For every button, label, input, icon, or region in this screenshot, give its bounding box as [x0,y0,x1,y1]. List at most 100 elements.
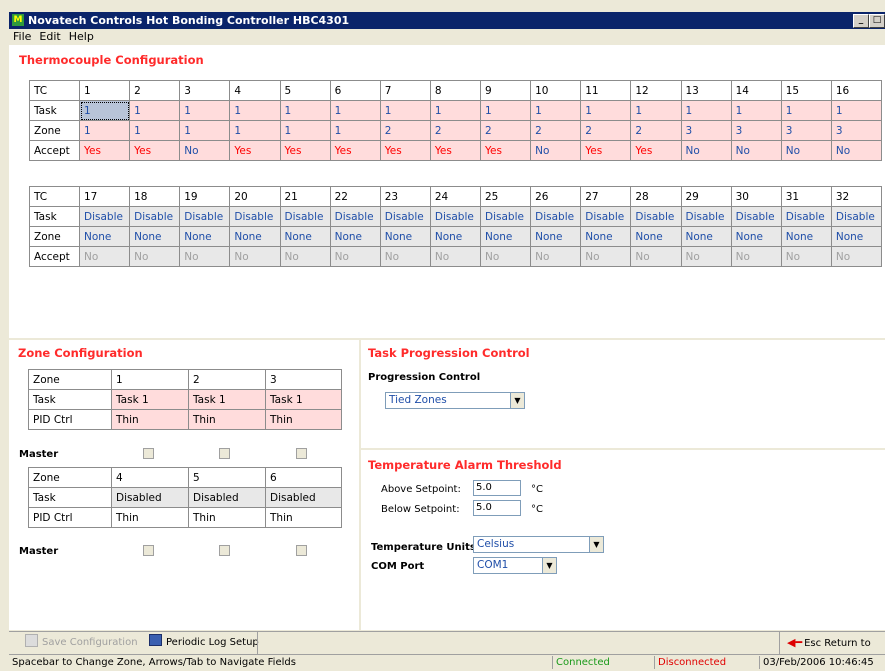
tc-zone-cell[interactable]: None [580,226,632,247]
tc-task-cell[interactable]: 1 [580,100,632,121]
tc-zone-cell[interactable]: 2 [379,120,431,141]
tc-accept-cell[interactable]: No [479,246,532,267]
tc-accept-cell[interactable]: No [179,246,231,267]
tc-zone-cell[interactable]: 1 [179,120,231,141]
menu-file[interactable]: File [9,29,35,44]
tc-task-cell[interactable]: Disable [429,206,482,227]
zone-task-cell[interactable]: Task 1 [188,389,266,410]
tc-zone-cell[interactable]: 2 [580,120,632,141]
tc-accept-cell[interactable]: Yes [479,140,532,161]
tc-task-cell[interactable]: Disable [279,206,331,227]
zone-task-cell[interactable]: Task 1 [111,389,189,410]
tc-zone-cell[interactable]: 1 [129,120,181,141]
tc-accept-cell[interactable]: No [680,140,732,161]
tc-zone-cell[interactable]: None [429,226,482,247]
tc-accept-cell[interactable]: Yes [329,140,381,161]
menu-help[interactable]: Help [65,29,98,44]
tc-accept-cell[interactable]: No [279,246,331,267]
tc-accept-cell[interactable]: No [680,246,732,267]
tc-zone-cell[interactable]: 2 [429,120,482,141]
zone-pid-cell[interactable]: Thin [188,409,266,430]
tc-task-cell[interactable]: 1 [379,100,431,121]
tc-zone-cell[interactable]: None [279,226,331,247]
save-configuration-button[interactable]: Save Configuration [25,634,138,652]
zone-pid-cell[interactable]: Thin [188,507,266,528]
progression-control-select[interactable]: Tied Zones ▼ [385,392,525,409]
tc-zone-cell[interactable]: 2 [530,120,582,141]
tc-task-cell[interactable]: 1 [530,100,582,121]
tc-accept-cell[interactable]: No [780,140,832,161]
periodic-log-setup-button[interactable]: Periodic Log Setup [149,634,259,652]
tc-task-cell[interactable]: Disable [379,206,431,227]
tc-task-cell[interactable]: Disable [179,206,231,227]
tc-task-cell[interactable]: 1 [78,100,131,121]
tc-accept-cell[interactable]: No [530,140,582,161]
return-to-menu-button[interactable]: ◀━Esc Return to Menu [787,634,885,667]
master-checkbox-3[interactable] [296,448,307,459]
tc-accept-cell[interactable]: No [179,140,231,161]
master-checkbox-2[interactable] [219,448,230,459]
tc-zone-cell[interactable]: None [730,226,782,247]
tc-task-cell[interactable]: 1 [129,100,181,121]
above-setpoint-input[interactable]: 5.0 [473,480,521,496]
tc-task-cell[interactable]: Disable [129,206,181,227]
minimize-icon[interactable]: _ [853,14,869,28]
com-port-select[interactable]: COM1 ▼ [473,557,557,574]
below-setpoint-input[interactable]: 5.0 [473,500,521,516]
tc-zone-cell[interactable]: None [179,226,231,247]
tc-accept-cell[interactable]: No [329,246,381,267]
tc-zone-cell[interactable]: None [680,226,732,247]
tc-zone-cell[interactable]: 2 [479,120,532,141]
zone-task-cell[interactable]: Disabled [188,487,266,508]
tc-accept-cell[interactable]: No [830,140,883,161]
tc-zone-cell[interactable]: 2 [630,120,682,141]
tc-zone-cell[interactable]: None [229,226,281,247]
zone-pid-cell[interactable]: Thin [265,507,342,528]
tc-zone-cell[interactable]: 3 [830,120,883,141]
zone-pid-cell[interactable]: Thin [111,409,189,430]
tc-task-cell[interactable]: Disable [530,206,582,227]
tc-zone-cell[interactable]: None [379,226,431,247]
tc-task-cell[interactable]: 1 [830,100,883,121]
tc-accept-cell[interactable]: No [229,246,281,267]
tc-accept-cell[interactable]: Yes [78,140,131,161]
tc-accept-cell[interactable]: No [429,246,482,267]
tc-task-cell[interactable]: Disable [830,206,883,227]
tc-accept-cell[interactable]: Yes [279,140,331,161]
tc-zone-cell[interactable]: 3 [730,120,782,141]
tc-accept-cell[interactable]: No [129,246,181,267]
tc-zone-cell[interactable]: None [830,226,883,247]
dropdown-arrow-icon[interactable]: ▼ [589,537,603,552]
tc-task-cell[interactable]: Disable [780,206,832,227]
dropdown-arrow-icon[interactable]: ▼ [542,558,556,573]
tc-task-cell[interactable]: 1 [630,100,682,121]
tc-accept-cell[interactable]: No [78,246,131,267]
tc-zone-cell[interactable]: 3 [680,120,732,141]
tc-zone-cell[interactable]: None [479,226,532,247]
tc-accept-cell[interactable]: No [530,246,582,267]
tc-accept-cell[interactable]: No [379,246,431,267]
tc-zone-cell[interactable]: None [630,226,682,247]
tc-accept-cell[interactable]: No [630,246,682,267]
tc-zone-cell[interactable]: None [780,226,832,247]
tc-task-cell[interactable]: Disable [329,206,381,227]
tc-task-cell[interactable]: 1 [479,100,532,121]
master-checkbox-4[interactable] [143,545,154,556]
tc-task-cell[interactable]: 1 [229,100,281,121]
tc-task-cell[interactable]: 1 [279,100,331,121]
tc-accept-cell[interactable]: Yes [429,140,482,161]
tc-task-cell[interactable]: 1 [329,100,381,121]
tc-accept-cell[interactable]: Yes [379,140,431,161]
tc-task-cell[interactable]: 1 [730,100,782,121]
zone-task-cell[interactable]: Disabled [111,487,189,508]
zone-task-cell[interactable]: Disabled [265,487,342,508]
tc-accept-cell[interactable]: No [580,246,632,267]
tc-accept-cell[interactable]: No [730,246,782,267]
zone-pid-cell[interactable]: Thin [265,409,342,430]
tc-task-cell[interactable]: Disable [680,206,732,227]
tc-task-cell[interactable]: Disable [730,206,782,227]
dropdown-arrow-icon[interactable]: ▼ [510,393,524,408]
tc-zone-cell[interactable]: 1 [229,120,281,141]
tc-accept-cell[interactable]: No [830,246,883,267]
tc-task-cell[interactable]: Disable [479,206,532,227]
